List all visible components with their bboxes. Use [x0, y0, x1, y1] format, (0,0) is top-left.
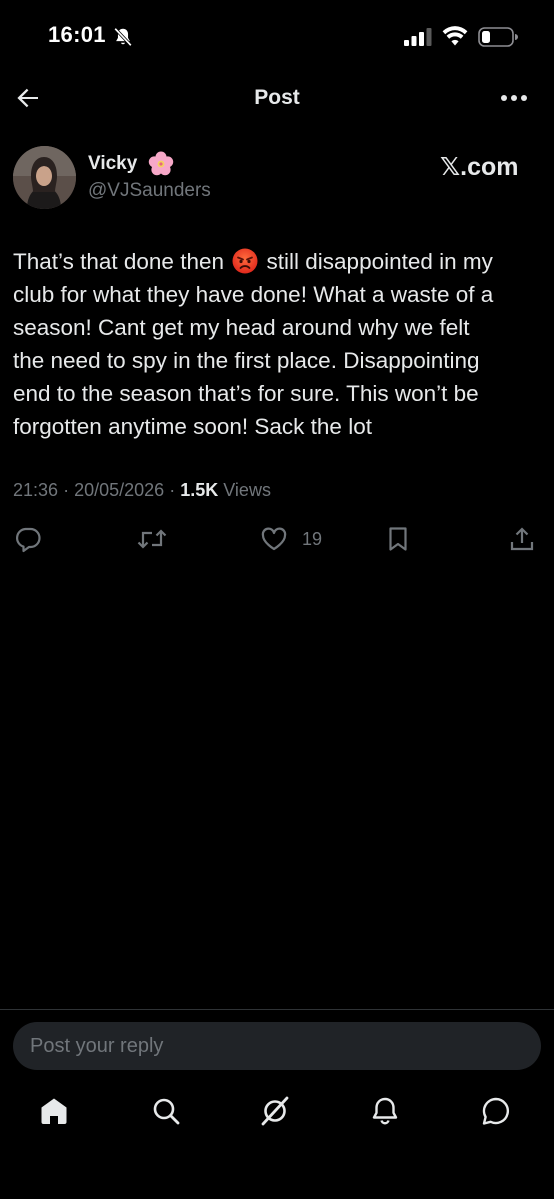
home-icon	[41, 1098, 67, 1124]
more-options-button[interactable]	[496, 84, 532, 112]
watermark-text: 𝕏.com	[440, 153, 519, 181]
battery-icon	[478, 27, 518, 47]
tab-messages[interactable]	[480, 1095, 516, 1131]
tab-home[interactable]	[38, 1095, 74, 1131]
bell-off-icon	[114, 27, 132, 47]
divider	[0, 1009, 554, 1010]
post-time: 21:36	[13, 480, 59, 500]
tab-grok[interactable]	[259, 1095, 295, 1131]
post-line: end to the season that’s for sure. This …	[13, 381, 479, 406]
angry-face-icon	[232, 248, 258, 274]
reply-placeholder: Post your reply	[30, 1035, 164, 1057]
wifi-icon	[442, 26, 468, 46]
post-line: That’s that done then still disappointed…	[13, 245, 543, 278]
more-horizontal-icon	[501, 95, 527, 101]
post-header: Post	[0, 70, 554, 126]
status-time: 16:01	[48, 22, 106, 47]
post-screen: 16:01 Post Vicky @VJSaunders 𝕏.com That’…	[0, 0, 554, 1199]
share-icon	[510, 527, 534, 551]
signal-icon	[404, 28, 432, 46]
meta-separator: ·	[63, 480, 70, 500]
author-handle[interactable]: @VJSaunders	[88, 180, 211, 202]
post-line-segment: That’s that done then	[13, 249, 224, 274]
post-actions: 19	[0, 525, 554, 559]
reply-input[interactable]: Post your reply	[13, 1022, 541, 1070]
post-line: the need to spy in the first place. Disa…	[13, 348, 480, 373]
messages-icon	[482, 1097, 509, 1125]
post-line: season! Cant get my head around why we f…	[13, 315, 470, 340]
notifications-icon	[372, 1097, 398, 1125]
like-count[interactable]: 19	[302, 529, 322, 550]
search-icon	[153, 1098, 180, 1125]
bookmark-icon	[389, 527, 407, 551]
tab-notifications[interactable]	[369, 1095, 405, 1131]
grok-icon	[261, 1096, 289, 1126]
reply-icon	[15, 527, 41, 553]
repost-icon	[137, 529, 167, 549]
page-title: Post	[254, 86, 300, 109]
meta-separator: ·	[169, 480, 176, 500]
reply-button[interactable]	[14, 525, 42, 555]
post-line-segment: still disappointed in my	[266, 249, 493, 274]
post-text: That’s that done then still disappointed…	[13, 245, 543, 443]
views-count[interactable]: 1.5K	[180, 480, 218, 500]
post-line: club for what they have done! What a was…	[13, 282, 494, 307]
tab-search[interactable]	[150, 1095, 186, 1131]
like-button[interactable]	[260, 525, 288, 555]
heart-icon	[261, 527, 287, 551]
views-label[interactable]: Views	[223, 480, 271, 500]
tab-bar	[0, 1095, 554, 1139]
status-bar: 16:01	[0, 0, 554, 70]
post-line: forgotten anytime soon! Sack the lot	[13, 414, 372, 439]
post-meta: 21:36 · 20/05/2026 · 1.5K Views	[13, 480, 271, 501]
repost-button[interactable]	[136, 525, 168, 555]
post-date: 20/05/2026	[74, 480, 165, 500]
avatar-image	[13, 146, 76, 209]
author-name[interactable]: Vicky	[88, 153, 137, 175]
share-button[interactable]	[508, 525, 536, 555]
avatar[interactable]	[13, 146, 76, 209]
bookmark-button[interactable]	[384, 525, 412, 555]
cherry-blossom-icon	[148, 151, 174, 176]
